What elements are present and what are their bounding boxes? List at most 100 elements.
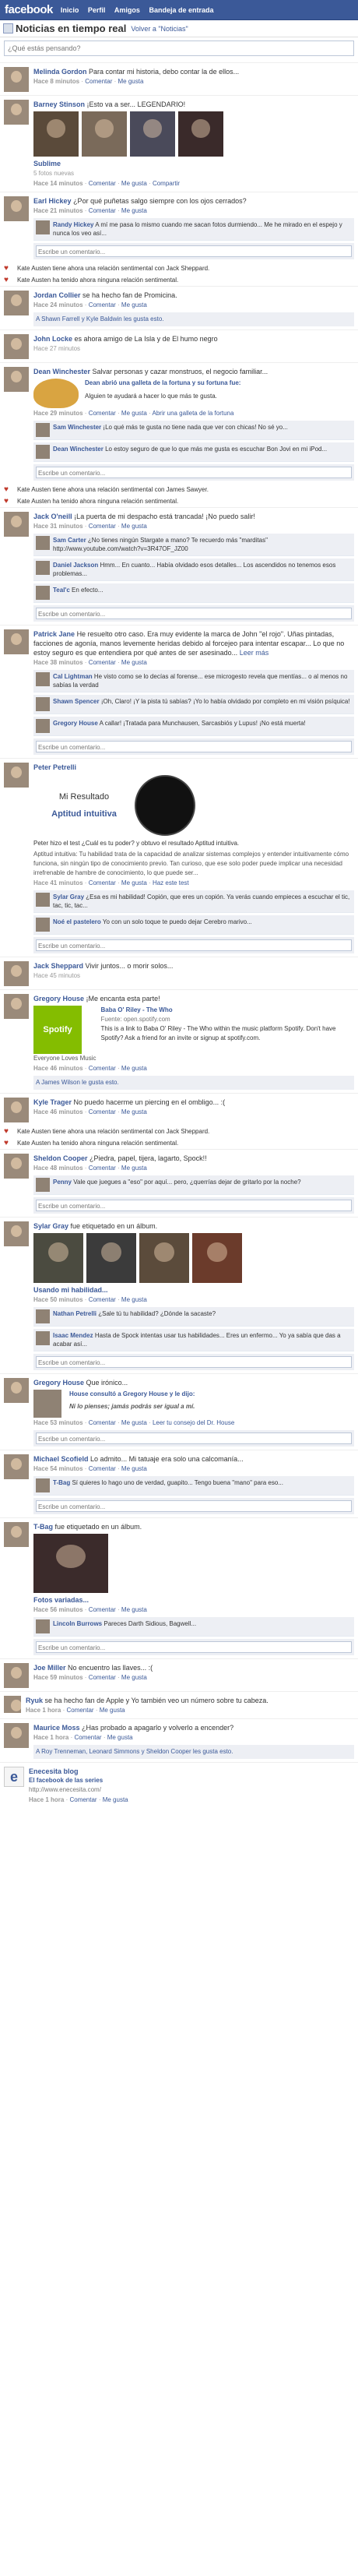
comment-link[interactable]: Comentar xyxy=(89,1108,116,1115)
comment-link[interactable]: Comentar xyxy=(89,1674,116,1681)
take-quiz-link[interactable]: Haz este test xyxy=(153,879,189,886)
like-summary[interactable]: A Shawn Farrell y Kyle Baldwin les gusta… xyxy=(33,312,354,326)
story-author[interactable]: Peter Petrelli xyxy=(33,763,76,771)
avatar[interactable] xyxy=(4,1663,29,1688)
comment-link[interactable]: Comentar xyxy=(89,410,116,417)
comment-link[interactable]: Comentar xyxy=(89,1606,116,1613)
comment-link[interactable]: Comentar xyxy=(74,1734,101,1741)
photo-thumb[interactable] xyxy=(192,1233,242,1283)
comment-author[interactable]: Isaac Mendez xyxy=(53,1332,93,1339)
comment-avatar[interactable] xyxy=(36,445,50,459)
comment-input[interactable]: Escribe un comentario... xyxy=(36,741,352,752)
comment-link[interactable]: Comentar xyxy=(89,523,116,530)
link-title[interactable]: Baba O' Riley - The Who xyxy=(100,1006,354,1015)
like-link[interactable]: Me gusta xyxy=(121,180,147,187)
app-link[interactable]: Leer tu consejo del Dr. House xyxy=(153,1419,234,1426)
like-link[interactable]: Me gusta xyxy=(121,523,147,530)
comment-avatar[interactable] xyxy=(36,1178,50,1192)
comment-author[interactable]: Shawn Spencer xyxy=(53,698,100,705)
album-title[interactable]: Sublime xyxy=(33,159,354,168)
photo-thumb[interactable] xyxy=(130,111,175,157)
story-author[interactable]: John Locke xyxy=(33,335,72,343)
comment-link[interactable]: Comentar xyxy=(89,659,116,666)
like-link[interactable]: Me gusta xyxy=(121,1296,147,1303)
comment-avatar[interactable] xyxy=(36,1309,50,1323)
photo-thumb[interactable] xyxy=(178,111,223,157)
comment-link[interactable]: Comentar xyxy=(89,879,116,886)
like-link[interactable]: Me gusta xyxy=(121,879,147,886)
comment-input[interactable]: Escribe un comentario... xyxy=(36,245,352,257)
comment-author[interactable]: Lincoln Burrows xyxy=(53,1620,102,1627)
comment-avatar[interactable] xyxy=(36,672,50,686)
facebook-logo[interactable]: facebook xyxy=(5,3,53,16)
avatar[interactable] xyxy=(4,367,29,392)
spotify-logo[interactable]: Spotify xyxy=(33,1006,82,1054)
comment-link[interactable]: Comentar xyxy=(66,1707,93,1714)
story-author[interactable]: T-Bag xyxy=(33,1523,53,1531)
avatar[interactable] xyxy=(4,1723,29,1748)
blog-post-title[interactable]: El facebook de las series xyxy=(29,1776,354,1785)
story-author[interactable]: Patrick Jane xyxy=(33,630,75,638)
story-author[interactable]: Sylar Gray xyxy=(33,1222,68,1230)
like-summary[interactable]: A Roy Trenneman, Leonard Simmons y Sheld… xyxy=(33,1745,354,1759)
comment-avatar[interactable] xyxy=(36,1619,50,1633)
comment-input[interactable]: Escribe un comentario... xyxy=(36,467,352,478)
avatar[interactable] xyxy=(4,1221,29,1246)
comment-link[interactable]: Comentar xyxy=(69,1796,97,1803)
comment-link[interactable]: Comentar xyxy=(89,1296,116,1303)
comment-avatar[interactable] xyxy=(36,719,50,733)
comment-avatar[interactable] xyxy=(36,1331,50,1345)
comment-avatar[interactable] xyxy=(36,893,50,907)
comment-author[interactable]: Sam Winchester xyxy=(53,424,101,431)
share-link[interactable]: Compartir xyxy=(153,180,180,187)
story-author[interactable]: Kyle Trager xyxy=(33,1098,72,1106)
story-author[interactable]: Melinda Gordon xyxy=(33,68,87,76)
like-link[interactable]: Me gusta xyxy=(121,1674,147,1681)
avatar[interactable] xyxy=(4,196,29,221)
comment-author[interactable]: Daniel Jackson xyxy=(53,562,98,569)
photo-thumb[interactable] xyxy=(33,1233,83,1283)
comment-input[interactable]: Escribe un comentario... xyxy=(36,1500,352,1512)
comment-author[interactable]: Randy Hickey xyxy=(53,221,93,228)
app-title[interactable]: House consultó a Gregory House y le dijo… xyxy=(69,1390,195,1399)
comment-author[interactable]: Dean Winchester xyxy=(53,446,104,453)
like-link[interactable]: Me gusta xyxy=(121,301,147,308)
comment-avatar[interactable] xyxy=(36,586,50,600)
avatar[interactable] xyxy=(4,1098,29,1122)
story-author[interactable]: Jack O'neill xyxy=(33,513,72,520)
avatar[interactable] xyxy=(4,994,29,1019)
avatar[interactable] xyxy=(4,1378,29,1403)
comment-avatar[interactable] xyxy=(36,561,50,575)
album-title[interactable]: Fotos variadas... xyxy=(33,1595,354,1605)
comment-avatar[interactable] xyxy=(36,697,50,711)
like-link[interactable]: Me gusta xyxy=(103,1796,128,1803)
story-author[interactable]: Jack Sheppard xyxy=(33,962,83,970)
comment-link[interactable]: Comentar xyxy=(89,1165,116,1172)
comment-avatar[interactable] xyxy=(36,220,50,234)
comment-avatar[interactable] xyxy=(36,918,50,932)
comment-input[interactable]: Escribe un comentario... xyxy=(36,1641,352,1653)
avatar[interactable] xyxy=(4,961,29,986)
like-link[interactable]: Me gusta xyxy=(121,1165,147,1172)
avatar[interactable] xyxy=(4,1522,29,1547)
comment-author[interactable]: Sylar Gray xyxy=(53,893,84,900)
blog-url[interactable]: http://www.enecesita.com/ xyxy=(29,1785,354,1795)
story-author[interactable]: Gregory House xyxy=(33,1379,84,1387)
story-author[interactable]: Sheldon Cooper xyxy=(33,1154,88,1162)
comment-author[interactable]: Gregory House xyxy=(53,720,98,727)
like-link[interactable]: Me gusta xyxy=(121,410,147,417)
like-link[interactable]: Me gusta xyxy=(121,1419,147,1426)
photo-thumb[interactable] xyxy=(86,1233,136,1283)
like-link[interactable]: Me gusta xyxy=(107,1734,133,1741)
photo-thumb[interactable] xyxy=(33,1534,108,1593)
like-link[interactable]: Me gusta xyxy=(121,659,147,666)
avatar[interactable] xyxy=(4,334,29,359)
read-more-link[interactable]: Leer más xyxy=(240,649,269,657)
blog-logo-icon[interactable]: e xyxy=(4,1767,24,1787)
comment-avatar[interactable] xyxy=(36,423,50,437)
like-link[interactable]: Me gusta xyxy=(121,1606,147,1613)
like-link[interactable]: Me gusta xyxy=(118,78,143,85)
status-input[interactable]: ¿Qué estás pensando? xyxy=(4,41,354,56)
story-author[interactable]: Barney Stinson xyxy=(33,100,85,108)
avatar[interactable] xyxy=(4,1454,29,1479)
